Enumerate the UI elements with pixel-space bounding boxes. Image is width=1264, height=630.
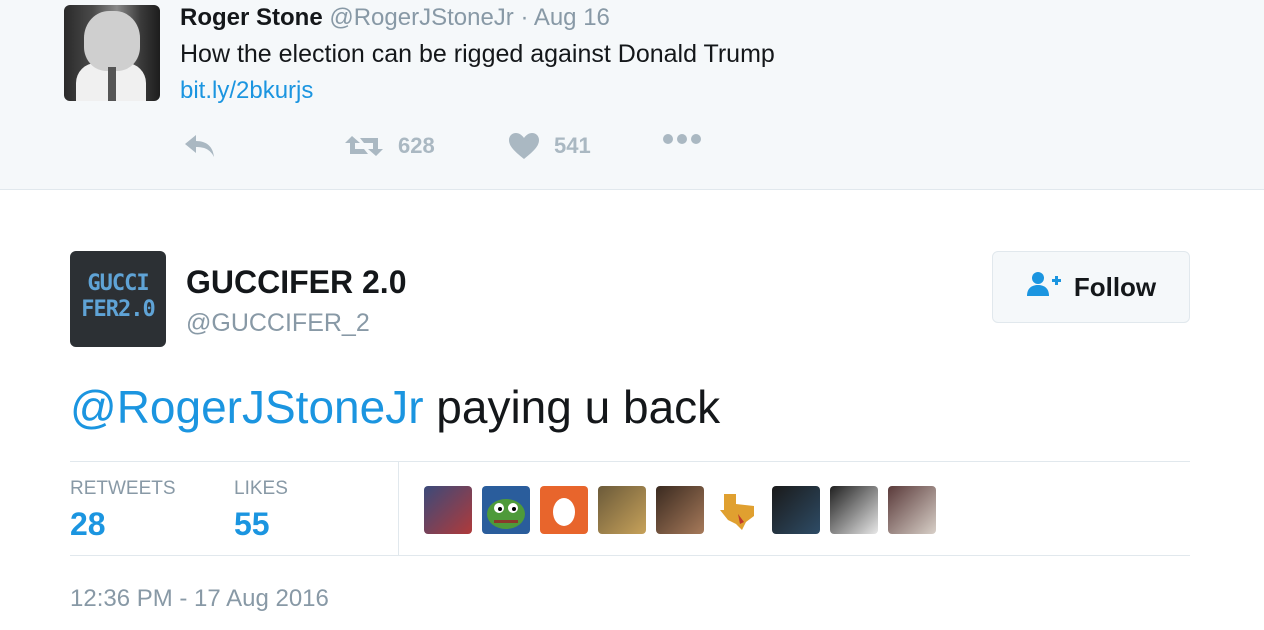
like-button[interactable]: 541 bbox=[508, 132, 591, 160]
follow-label: Follow bbox=[1073, 271, 1157, 302]
tweet-stats: RETWEETS 28 LIKES 55 bbox=[70, 461, 1190, 556]
likes-label: LIKES bbox=[234, 478, 288, 499]
liker-avatar-8[interactable] bbox=[830, 486, 878, 534]
parent-tweet-text: How the election can be rigged against D… bbox=[180, 40, 775, 68]
liker-avatar-5[interactable] bbox=[656, 486, 704, 534]
parent-author-name[interactable]: Roger Stone bbox=[180, 4, 323, 31]
heart-icon bbox=[508, 132, 540, 160]
parent-author-handle[interactable]: @RogerJStoneJr bbox=[329, 4, 513, 31]
roger-stone-avatar[interactable] bbox=[64, 5, 160, 101]
liker-avatar-7[interactable] bbox=[772, 486, 820, 534]
author-handle[interactable]: @GUCCIFER_2 bbox=[186, 309, 370, 338]
retweet-button[interactable]: 628 bbox=[344, 132, 435, 160]
stats-divider bbox=[398, 462, 399, 555]
retweets-value: 28 bbox=[70, 506, 106, 542]
parent-tweet-date[interactable]: Aug 16 bbox=[534, 4, 610, 31]
parent-date-separator: · bbox=[520, 4, 529, 31]
mention-link[interactable]: @RogerJStoneJr bbox=[70, 381, 424, 433]
liker-avatar-9[interactable] bbox=[888, 486, 936, 534]
follow-button[interactable]: Follow bbox=[992, 251, 1190, 323]
guccifer-avatar[interactable]: GUCCI FER2.0 bbox=[70, 251, 166, 347]
liker-avatar-texas[interactable] bbox=[714, 486, 762, 534]
like-count: 541 bbox=[554, 133, 591, 158]
tweet-text-body: paying u back bbox=[423, 381, 721, 433]
more-icon bbox=[662, 132, 702, 146]
liker-avatar-4[interactable] bbox=[598, 486, 646, 534]
liker-avatar-egg[interactable] bbox=[540, 486, 588, 534]
likers-list bbox=[424, 486, 936, 534]
liker-avatar-pepe[interactable] bbox=[482, 486, 530, 534]
retweet-icon bbox=[344, 132, 384, 160]
parent-tweet-link[interactable]: bit.ly/2bkurjs bbox=[180, 77, 313, 105]
follow-user-icon bbox=[1026, 270, 1062, 305]
tweet-timestamp[interactable]: 12:36 PM - 17 Aug 2016 bbox=[70, 585, 329, 613]
avatar-text-line2: FER2.0 bbox=[81, 297, 155, 322]
parent-tweet-header: Roger Stone @RogerJStoneJr · Aug 16 bbox=[180, 4, 610, 32]
retweet-count: 628 bbox=[398, 133, 435, 158]
retweets-label: RETWEETS bbox=[70, 478, 176, 499]
avatar-text-line1: GUCCI bbox=[87, 271, 149, 296]
author-name[interactable]: GUCCIFER 2.0 bbox=[186, 264, 406, 301]
retweets-stat[interactable]: RETWEETS 28 bbox=[70, 478, 176, 543]
reply-button[interactable] bbox=[182, 132, 218, 160]
tweet-text: @RogerJStoneJr paying u back bbox=[70, 380, 720, 434]
liker-avatar-1[interactable] bbox=[424, 486, 472, 534]
parent-tweet[interactable]: Roger Stone @RogerJStoneJr · Aug 16 How … bbox=[0, 0, 1264, 190]
reply-icon bbox=[182, 132, 218, 160]
more-button[interactable] bbox=[662, 132, 702, 146]
likes-stat[interactable]: LIKES 55 bbox=[234, 478, 288, 543]
likes-value: 55 bbox=[234, 506, 270, 542]
